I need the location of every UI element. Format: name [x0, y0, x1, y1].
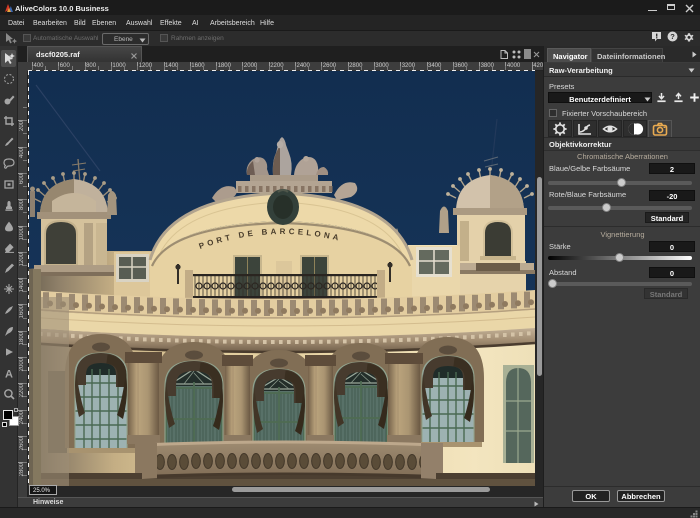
svg-text:A: A [5, 368, 13, 380]
svg-text:?: ? [670, 32, 675, 41]
